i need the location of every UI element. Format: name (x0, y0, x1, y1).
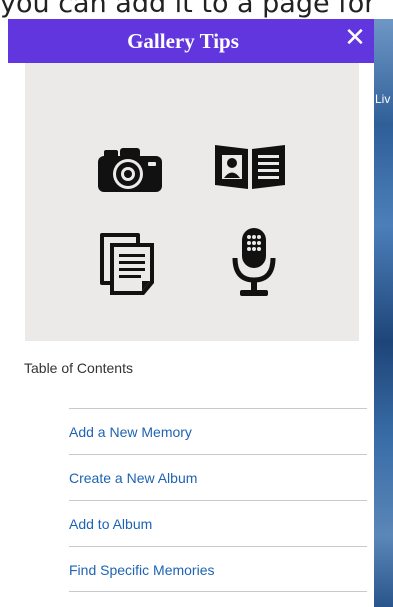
toc-link-add-new-memory[interactable]: Add a New Memory (69, 408, 367, 454)
panel-title: Gallery Tips (127, 29, 239, 53)
background-photo-label: Liv (375, 92, 391, 106)
background-page-text: you can add it to a page for (0, 0, 376, 19)
panel-header: Gallery Tips ✕ (8, 19, 374, 63)
toc-link-add-to-album[interactable]: Add to Album (69, 500, 367, 546)
close-button[interactable]: ✕ (341, 23, 369, 51)
background-photo (374, 19, 393, 607)
gallery-tips-panel: Gallery Tips ✕ Table of Contents Add a N… (8, 19, 374, 607)
camera-icon (98, 148, 162, 192)
microphone-icon (232, 228, 276, 296)
photo-album-icon (215, 145, 285, 189)
toc-link-create-new-album[interactable]: Create a New Album (69, 454, 367, 500)
toc-list: Add a New Memory Create a New Album Add … (69, 408, 367, 592)
document-stack-icon (100, 233, 154, 295)
hero-image (25, 63, 359, 341)
toc-link-find-specific-memories[interactable]: Find Specific Memories (69, 546, 367, 592)
toc-heading: Table of Contents (24, 360, 133, 376)
